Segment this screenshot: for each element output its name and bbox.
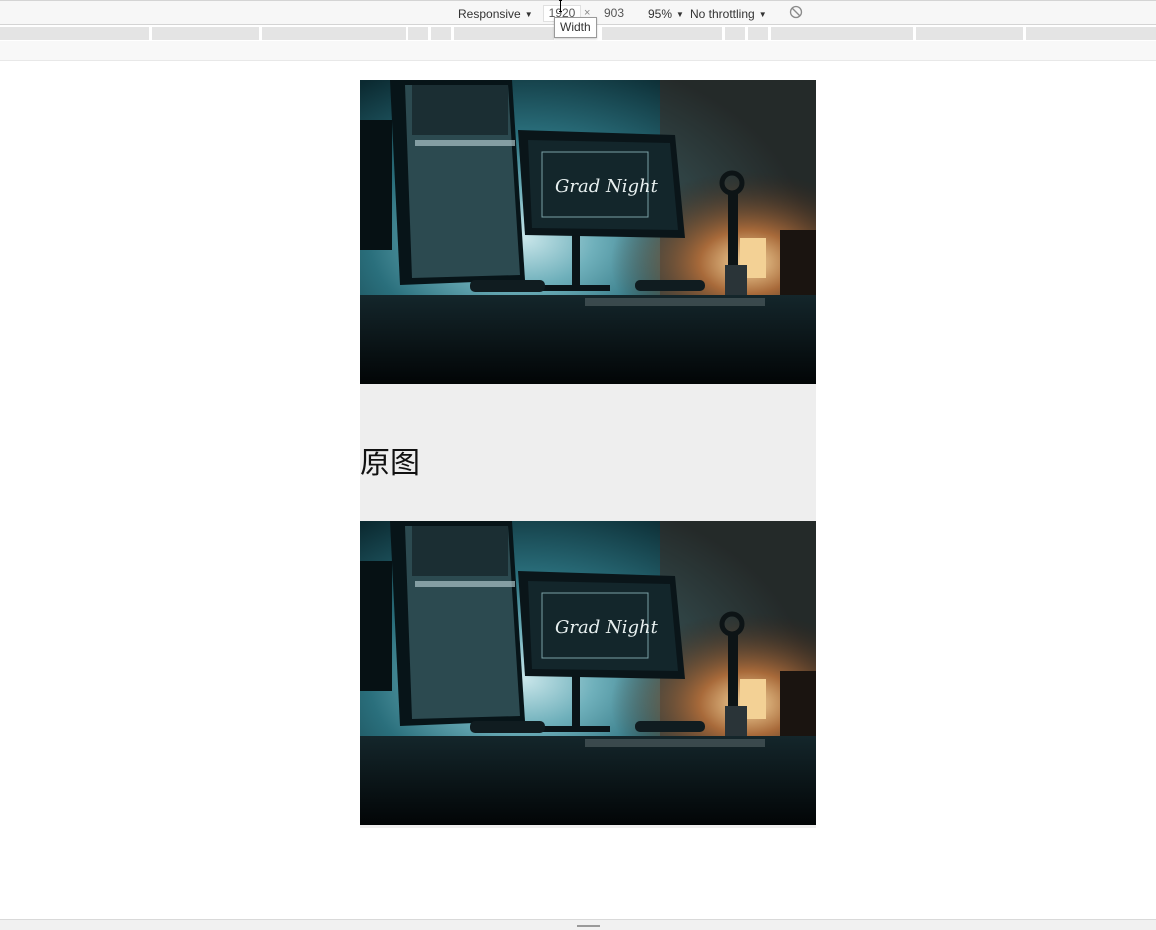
chevron-down-icon: ▼: [758, 10, 767, 19]
desk-photo-image: Grad Night: [360, 80, 816, 384]
throttling-select-label: No throttling: [690, 7, 755, 21]
caption-heading: 原图: [360, 446, 420, 481]
rotate-disabled-icon: [789, 5, 803, 19]
photo-screen-text: Grad Night: [555, 617, 659, 638]
media-query-segment[interactable]: [771, 27, 913, 40]
ruler: [0, 41, 1156, 61]
media-query-segment[interactable]: [152, 27, 259, 40]
resize-handle-icon[interactable]: [577, 925, 600, 927]
media-query-segment[interactable]: [0, 27, 149, 40]
media-query-segment[interactable]: [748, 27, 768, 40]
desk-photo: Grad Night: [360, 80, 816, 384]
device-select-label: Responsive: [458, 7, 521, 21]
text-cursor-icon: [559, 0, 562, 12]
media-query-segment[interactable]: [262, 27, 406, 40]
rotate-button[interactable]: [789, 5, 803, 21]
height-input[interactable]: 903: [595, 5, 633, 22]
media-query-segment[interactable]: [408, 27, 428, 40]
chevron-down-icon: ▼: [676, 10, 684, 19]
media-query-segment[interactable]: [1026, 27, 1156, 40]
chevron-down-icon: ▼: [524, 10, 533, 19]
media-query-segment[interactable]: [431, 27, 451, 40]
desk-photo-original: Grad Night: [360, 521, 816, 825]
width-tooltip: Width: [554, 17, 597, 38]
divider: [360, 825, 816, 828]
resize-bar[interactable]: [0, 919, 1156, 930]
caption-box: 原图: [360, 384, 816, 521]
throttling-select[interactable]: No throttling ▼: [690, 6, 767, 22]
zoom-select[interactable]: 95% ▼: [648, 6, 684, 22]
photo-screen-text: Grad Night: [555, 176, 659, 197]
media-query-segment[interactable]: [725, 27, 745, 40]
media-query-segment[interactable]: [602, 27, 722, 40]
zoom-select-label: 95%: [648, 7, 673, 21]
device-select[interactable]: Responsive ▼: [458, 6, 533, 22]
media-query-segment[interactable]: [916, 27, 1023, 40]
desk-photo-original-image: Grad Night: [360, 521, 816, 825]
media-query-segment[interactable]: [454, 27, 554, 40]
